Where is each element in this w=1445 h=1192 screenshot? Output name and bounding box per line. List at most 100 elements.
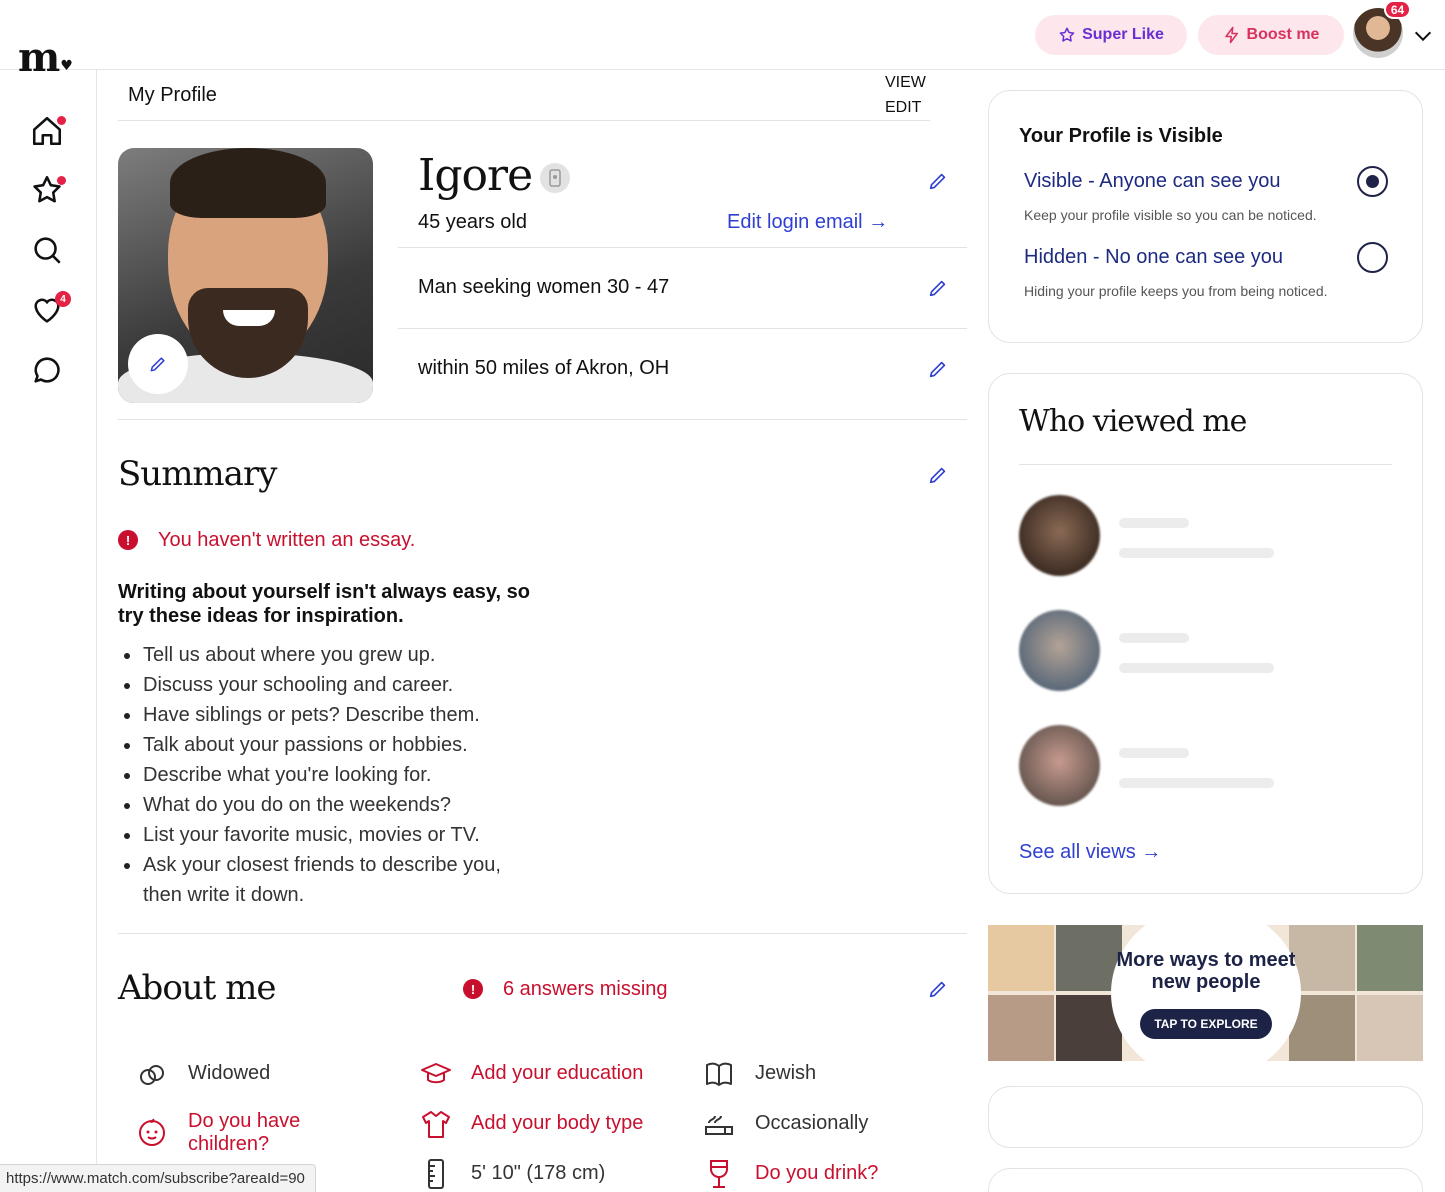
graduation-cap-icon[interactable]: [420, 1058, 452, 1090]
list-item: Describe what you're looking for.: [124, 760, 543, 790]
visible-option-label[interactable]: Visible - Anyone can see you: [1024, 170, 1280, 193]
loading-placeholder: [1119, 748, 1189, 758]
empty-card: [988, 1086, 1423, 1148]
shirt-icon[interactable]: [420, 1108, 452, 1140]
book-icon: [706, 1062, 732, 1086]
wine-glass-icon[interactable]: [703, 1158, 735, 1190]
promo-banner[interactable]: More ways to meet new people TAP TO EXPL…: [988, 925, 1423, 1061]
ideas-heading: Writing about yourself isn't always easy…: [118, 581, 530, 627]
star-outline-icon: [1059, 27, 1075, 42]
alert-icon: !: [118, 530, 138, 550]
loading-placeholder: [1119, 778, 1274, 788]
visibility-title: Your Profile is Visible: [1019, 125, 1223, 147]
rings-icon: [140, 1065, 164, 1085]
visible-radio[interactable]: [1357, 166, 1388, 197]
visible-option-desc: Keep your profile visible so you can be …: [1024, 207, 1317, 223]
divider: [1019, 464, 1392, 465]
side-navigation: 4: [0, 70, 97, 1192]
seeking-preference: Man seeking women 30 - 47: [418, 276, 670, 298]
list-item: What do you do on the weekends?: [124, 790, 543, 820]
blurred-viewer-avatar[interactable]: [1019, 495, 1100, 576]
view-tab[interactable]: VIEW: [885, 74, 926, 92]
list-item: Have siblings or pets? Describe them.: [124, 700, 543, 730]
add-education-link[interactable]: Add your education: [471, 1062, 643, 1085]
edit-photo-button[interactable]: [128, 334, 188, 394]
loading-placeholder: [1119, 633, 1189, 643]
edit-location-pencil-icon[interactable]: [927, 358, 949, 380]
star-notification-dot: [57, 176, 66, 185]
loading-placeholder: [1119, 548, 1274, 558]
add-body-type-link[interactable]: Add your body type: [471, 1112, 643, 1135]
see-all-views-link[interactable]: See all views →: [1019, 841, 1161, 864]
list-item: Discuss your schooling and career.: [124, 670, 543, 700]
edit-login-email-link[interactable]: Edit login email →: [727, 211, 888, 234]
promo-photo: [1357, 925, 1423, 991]
super-like-button[interactable]: Super Like: [1035, 15, 1187, 55]
divider: [118, 933, 967, 934]
promo-headline: More ways to meet new people: [1116, 949, 1296, 993]
ruler-icon: [428, 1159, 444, 1189]
drinking-question-link[interactable]: Do you drink?: [755, 1162, 878, 1185]
search-icon[interactable]: [30, 233, 64, 267]
edit-tab[interactable]: EDIT: [885, 99, 921, 117]
smoke-icon: [705, 1115, 733, 1135]
divider: [118, 419, 967, 420]
top-bar: Super Like Boost me 64: [0, 0, 1445, 70]
edit-summary-pencil-icon[interactable]: [927, 464, 949, 486]
profile-name: Igore: [418, 150, 533, 201]
edit-name-pencil-icon[interactable]: [927, 170, 949, 192]
profile-age: 45 years old: [418, 211, 527, 233]
pencil-icon: [150, 357, 165, 372]
hidden-radio[interactable]: [1357, 242, 1388, 273]
list-item: Talk about your passions or hobbies.: [124, 730, 543, 760]
boost-button[interactable]: Boost me: [1198, 15, 1344, 55]
lightning-icon: [1224, 26, 1238, 44]
edit-about-pencil-icon[interactable]: [927, 978, 949, 1000]
loading-placeholder: [1119, 518, 1189, 528]
baby-face-icon[interactable]: [136, 1116, 168, 1148]
chat-icon[interactable]: [30, 353, 64, 387]
summary-heading: Summary: [118, 454, 277, 494]
who-viewed-me-title: Who viewed me: [1019, 404, 1247, 439]
divider: [398, 247, 967, 248]
hidden-option-label[interactable]: Hidden - No one can see you: [1024, 246, 1283, 269]
who-viewed-me-card: Who viewed me See all views →: [988, 373, 1423, 894]
hidden-option-desc: Hiding your profile keeps you from being…: [1024, 283, 1328, 299]
promo-photo: [988, 925, 1054, 991]
profile-header: My Profile VIEW EDIT: [118, 70, 930, 121]
religion: Jewish: [755, 1062, 817, 1084]
about-me-heading: About me: [118, 968, 277, 1008]
verify-phone-icon[interactable]: [540, 163, 570, 193]
status-bar-url: https://www.match.com/subscribe?areaId=9…: [0, 1164, 316, 1192]
marital-status: Widowed: [188, 1062, 271, 1084]
tap-to-explore-button[interactable]: TAP TO EXPLORE: [1140, 1009, 1272, 1039]
smoking: Occasionally: [755, 1112, 869, 1134]
arrow-right-icon: →: [1141, 841, 1162, 863]
blurred-viewer-avatar[interactable]: [1019, 610, 1100, 691]
likes-badge: 4: [55, 291, 71, 307]
chevron-down-icon[interactable]: [1412, 25, 1434, 47]
essay-missing-alert[interactable]: You haven't written an essay.: [158, 529, 415, 552]
super-like-label: Super Like: [1082, 26, 1164, 43]
boost-label: Boost me: [1246, 26, 1320, 43]
page-title: My Profile: [128, 84, 217, 106]
ideas-list: Tell us about where you grew up. Discuss…: [124, 640, 543, 910]
blurred-viewer-avatar[interactable]: [1019, 725, 1100, 806]
home-notification-dot: [57, 116, 66, 125]
edit-seeking-pencil-icon[interactable]: [927, 277, 949, 299]
empty-card: [988, 1168, 1423, 1192]
list-item: List your favorite music, movies or TV.: [124, 820, 543, 850]
promo-photo: [1357, 995, 1423, 1061]
alert-icon: !: [463, 979, 483, 999]
arrow-right-icon: →: [868, 211, 889, 233]
notification-badge: 64: [1384, 0, 1411, 19]
children-question-link[interactable]: Do you have children?: [188, 1110, 368, 1156]
list-item: Ask your closest friends to describe you…: [124, 850, 543, 910]
visibility-card: Your Profile is Visible Visible - Anyone…: [988, 90, 1423, 343]
answers-missing-alert[interactable]: 6 answers missing: [503, 978, 668, 1001]
promo-photo: [988, 995, 1054, 1061]
list-item: Tell us about where you grew up.: [124, 640, 543, 670]
divider: [398, 328, 967, 329]
height: 5' 10" (178 cm): [471, 1162, 606, 1184]
location-preference: within 50 miles of Akron, OH: [418, 357, 670, 379]
